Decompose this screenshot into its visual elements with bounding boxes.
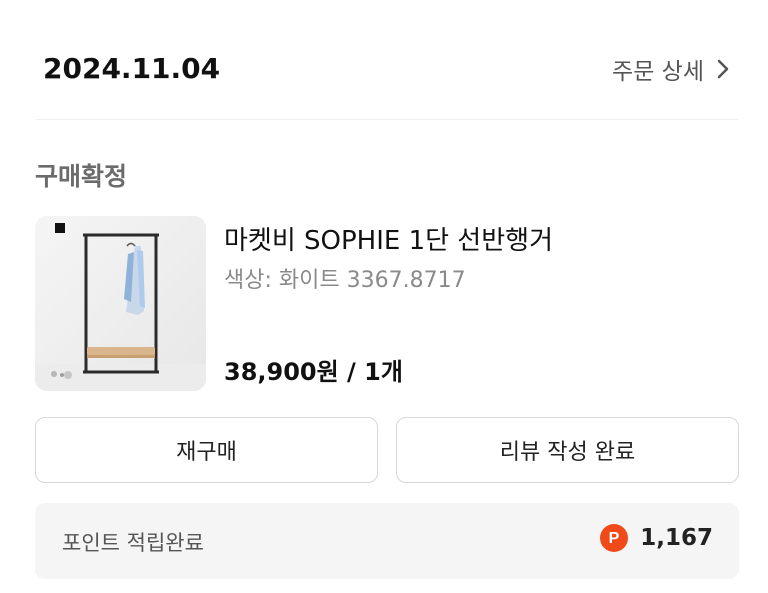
order-status: 구매확정 [35, 162, 128, 191]
product-price-quantity: 38,900원 / 1개 [224, 358, 403, 386]
points-summary: 포인트 적립완료 P 1,167 [35, 503, 739, 579]
point-icon: P [600, 524, 629, 552]
rebuy-button[interactable]: 재구매 [35, 417, 378, 483]
product-name[interactable]: 마켓비 SOPHIE 1단 선반행거 [224, 220, 553, 257]
points-value: 1,167 [640, 525, 713, 551]
chevron-right-icon [717, 59, 729, 79]
order-detail-label: 주문 상세 [612, 59, 704, 85]
order-header: 2024.11.04 주문 상세 [0, 0, 768, 120]
product-option: 색상: 화이트 3367.8717 [224, 268, 466, 293]
point-icon-letter: P [609, 530, 620, 547]
product-image[interactable] [35, 216, 206, 391]
points-label: 포인트 적립완료 [62, 531, 204, 555]
hanger-rack-illustration [35, 216, 206, 391]
order-detail-link[interactable]: 주문 상세 [612, 52, 732, 86]
header-divider [36, 119, 738, 120]
points-value-group: P 1,167 [600, 524, 713, 552]
review-complete-button[interactable]: 리뷰 작성 완료 [396, 417, 739, 483]
order-date: 2024.11.04 [43, 52, 221, 85]
